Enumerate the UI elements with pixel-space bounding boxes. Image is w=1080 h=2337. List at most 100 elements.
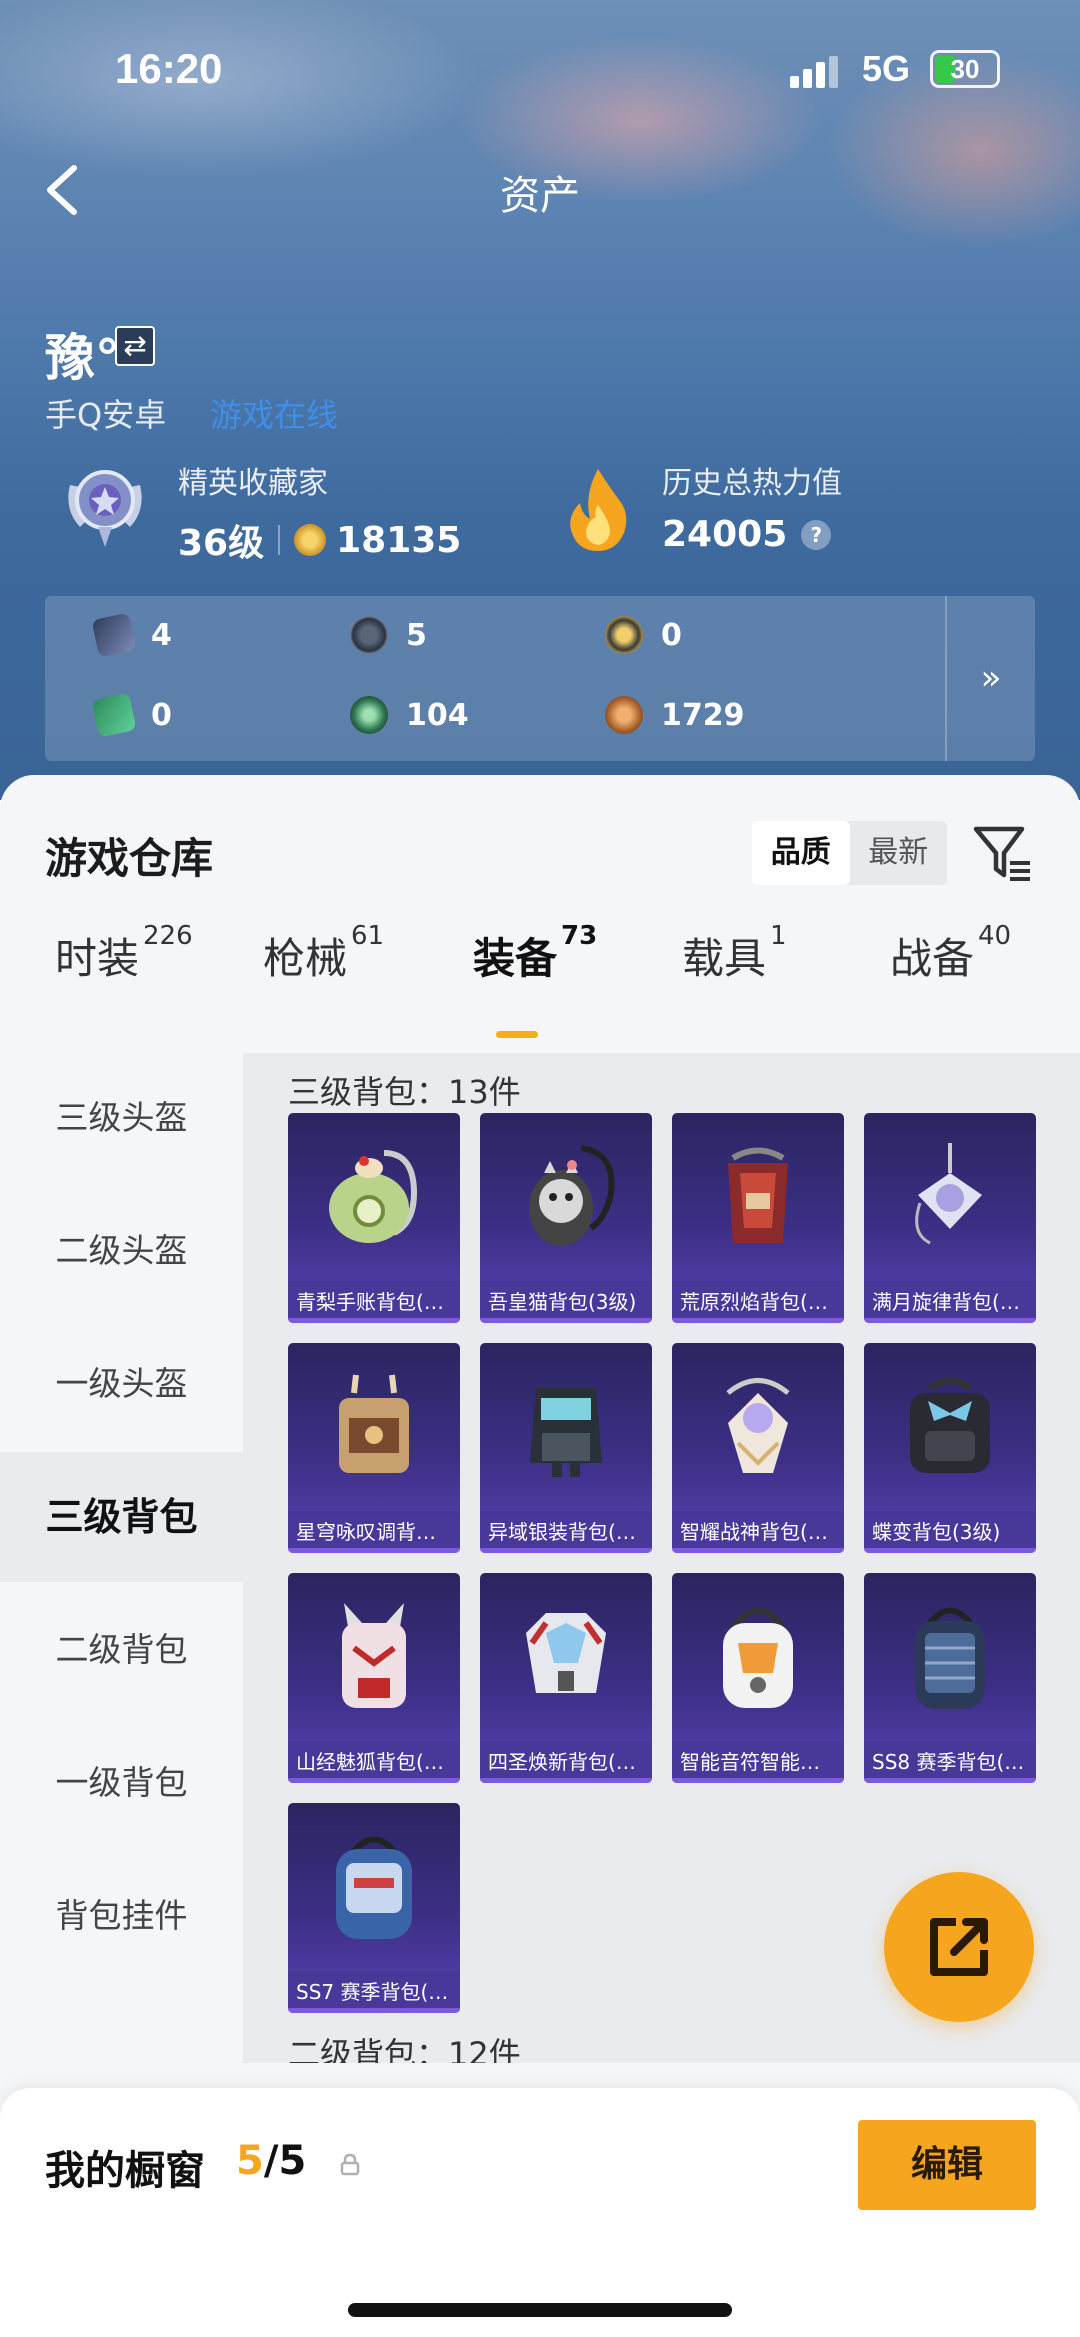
tab-label: 时装: [55, 934, 140, 983]
gold-coin-icon: [605, 616, 643, 654]
subcategory-item[interactable]: 二级头盔: [0, 1186, 243, 1316]
item-card[interactable]: SS8 赛季背包(3级): [864, 1573, 1036, 1783]
currency-value: 0: [661, 617, 682, 653]
section-label: 二级背包：12件: [288, 2035, 521, 2063]
backpack-image: [728, 1147, 788, 1243]
currency-item: 1729: [605, 696, 745, 734]
backpack-image: [723, 1607, 793, 1708]
tab-count: 73: [561, 921, 598, 951]
tab-count: 40: [978, 921, 1012, 951]
switch-account-icon[interactable]: ⇄: [115, 326, 155, 366]
status-bar: 16:20 5G 30: [0, 0, 1080, 140]
backpack-image: [526, 1613, 606, 1693]
item-name: 吾皇猫背包(3级): [480, 1281, 652, 1323]
badge-coin-icon: [350, 616, 388, 654]
collector-stat: 精英收藏家 36级 18135: [178, 458, 461, 566]
tab-count: 61: [351, 921, 385, 951]
item-name: SS8 赛季背包(3级): [864, 1741, 1036, 1783]
tab-label: 载具: [682, 934, 767, 983]
item-name: 智能音符智能背包(3级): [672, 1741, 844, 1783]
page-title: 资产: [500, 173, 580, 219]
item-name: 星穹咏叹调背包(3级): [288, 1511, 460, 1553]
showcase-used: 5: [236, 2138, 264, 2184]
currency-more-button[interactable]: »: [945, 596, 1035, 761]
item-card[interactable]: 荒原烈焰背包(3级): [672, 1113, 844, 1323]
item-name: 异域银装背包(3级): [480, 1511, 652, 1553]
help-icon[interactable]: ?: [801, 519, 832, 550]
item-name: SS7 赛季背包(3级): [288, 1971, 460, 2013]
tab-equipment[interactable]: 装备 73: [473, 921, 597, 986]
currency-panel: 4 5 0 0 104 1729 »: [45, 596, 1035, 761]
item-card[interactable]: 智能音符智能背包(3级): [672, 1573, 844, 1783]
battery-level: 30: [950, 54, 980, 84]
item-card[interactable]: 蝶变背包(3级): [864, 1343, 1036, 1553]
user-name: 豫°: [45, 329, 120, 387]
backpack-image: [910, 1377, 990, 1473]
backpack-image: [329, 1150, 418, 1243]
item-card[interactable]: 四圣焕新背包(3级): [480, 1573, 652, 1783]
collector-medal-icon: [68, 470, 142, 547]
sort-quality-button[interactable]: 品质: [752, 821, 850, 885]
backpack-image: [342, 1603, 406, 1708]
subcategory-item[interactable]: 一级头盔: [0, 1319, 243, 1449]
network-type: 5G: [862, 48, 911, 89]
tab-count: 226: [143, 921, 193, 951]
item-name: 荒原烈焰背包(3级): [672, 1281, 844, 1323]
tab-fashion[interactable]: 时装 226: [55, 921, 193, 986]
heat-label: 历史总热力值: [662, 466, 842, 501]
currency-item: 5: [350, 616, 427, 654]
item-card[interactable]: 满月旋律背包(3级): [864, 1113, 1036, 1323]
backpack-image: [726, 1378, 790, 1473]
currency-value: 1729: [661, 697, 745, 733]
user-online-status: 游戏在线: [210, 396, 339, 434]
item-card[interactable]: 山经魅狐背包(3级): [288, 1573, 460, 1783]
tab-label: 装备: [473, 934, 558, 983]
filter-icon[interactable]: [972, 823, 1034, 885]
item-card[interactable]: 吾皇猫背包(3级): [480, 1113, 652, 1323]
edit-button[interactable]: 编辑: [858, 2120, 1036, 2210]
subcategory-item[interactable]: 背包挂件: [0, 1851, 243, 1981]
currency-item: 104: [350, 696, 469, 734]
user-platform: 手Q安卓: [45, 396, 167, 434]
subcategory-item-active[interactable]: 三级背包: [0, 1452, 243, 1582]
showcase-total: /5: [263, 2138, 307, 2184]
subcategory-item[interactable]: 一级背包: [0, 1718, 243, 1848]
tab-combat-gear[interactable]: 战备 40: [890, 921, 1011, 986]
item-name: 山经魅狐背包(3级): [288, 1741, 460, 1783]
currency-value: 5: [406, 617, 427, 653]
item-name: 四圣焕新背包(3级): [480, 1741, 652, 1783]
sort-toggle: 品质 最新: [752, 821, 947, 885]
collector-points: 18135: [336, 519, 462, 561]
battery-icon: 30: [930, 50, 1000, 88]
divider: [278, 525, 281, 555]
item-name: 蝶变背包(3级): [864, 1511, 1036, 1553]
sort-latest-button[interactable]: 最新: [850, 821, 948, 885]
lock-icon: [340, 2153, 360, 2176]
backpack-image: [915, 1607, 985, 1709]
currency-item: 4: [91, 612, 172, 658]
backpack-image: [336, 1836, 412, 1939]
item-card[interactable]: 青梨手账背包(3级): [288, 1113, 460, 1323]
item-card[interactable]: 异域银装背包(3级): [480, 1343, 652, 1553]
currency-item: 0: [605, 616, 682, 654]
card-icon: [91, 612, 137, 658]
item-card[interactable]: SS7 赛季背包(3级): [288, 1803, 460, 2013]
item-card[interactable]: 智耀战神背包(3级): [672, 1343, 844, 1553]
bronze-coin-icon: [605, 696, 643, 734]
green-ticket-icon: [91, 692, 137, 738]
backpack-image: [915, 1143, 982, 1245]
home-indicator: [348, 2303, 732, 2317]
share-icon: [930, 1918, 988, 1976]
currency-value: 4: [151, 617, 172, 653]
item-name: 满月旋律背包(3级): [864, 1281, 1036, 1323]
item-card[interactable]: 星穹咏叹调背包(3级): [288, 1343, 460, 1553]
tab-firearms[interactable]: 枪械 61: [263, 921, 384, 986]
share-button[interactable]: [884, 1872, 1034, 2022]
subcategory-item[interactable]: 二级背包: [0, 1585, 243, 1715]
tab-vehicles[interactable]: 载具 1: [682, 921, 787, 986]
currency-value: 0: [151, 697, 172, 733]
subcategory-item[interactable]: 三级头盔: [0, 1053, 243, 1183]
green-orb-icon: [350, 696, 388, 734]
signal-icon: [790, 56, 838, 88]
fire-icon: [570, 469, 627, 551]
